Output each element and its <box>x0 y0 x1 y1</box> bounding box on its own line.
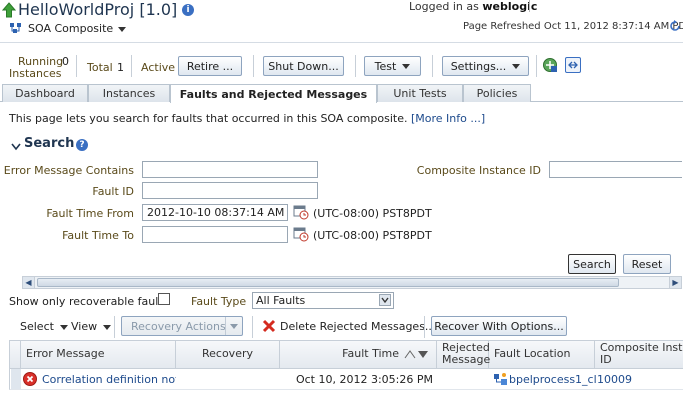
logged-in-info: Logged in as weblogic <box>409 0 538 13</box>
page-title: HelloWorldProj [1.0] <box>18 0 178 19</box>
divider <box>424 316 425 338</box>
reset-button[interactable]: Reset <box>623 254 671 274</box>
recoverable-checkbox[interactable] <box>158 293 170 305</box>
search-button[interactable]: Search <box>568 254 616 274</box>
tab-unit-tests[interactable]: Unit Tests <box>377 84 463 102</box>
scroll-thumb[interactable] <box>37 278 619 287</box>
search-disclosure-icon[interactable] <box>11 141 21 151</box>
more-info-link[interactable]: [More Info ...] <box>411 112 485 125</box>
timezone-label: (UTC-08:00) PST8PDT <box>313 207 432 220</box>
chevron-down-icon <box>379 294 391 306</box>
help-icon[interactable]: ? <box>76 139 88 151</box>
deploy-icon[interactable] <box>542 57 558 73</box>
timezone-label: (UTC-08:00) PST8PDT <box>313 229 432 242</box>
chevron-down-icon <box>225 317 242 335</box>
column-header-rejected-message[interactable]: Rejected Message <box>437 340 490 368</box>
settings-button[interactable]: Settings... <box>442 56 529 76</box>
tab-policies[interactable]: Policies <box>463 84 531 102</box>
bpel-process-icon <box>493 372 508 386</box>
error-icon <box>23 372 37 386</box>
row-error-message[interactable]: Correlation definition not re <box>23 369 176 389</box>
row-fault-location[interactable]: bpelprocess1_clier <box>493 369 597 389</box>
calendar-icon[interactable] <box>293 204 309 220</box>
select-menu[interactable]: Select <box>20 320 68 333</box>
fault-time-to-field[interactable] <box>142 226 288 243</box>
search-title: Search <box>24 136 75 151</box>
divider <box>529 0 530 12</box>
row-selector[interactable] <box>11 369 21 389</box>
row-recovery <box>176 369 280 389</box>
chevron-down-icon <box>118 27 127 32</box>
scroll-right-button[interactable]: ▶ <box>669 277 681 288</box>
divider <box>252 316 253 338</box>
fault-id-label: Fault ID <box>92 185 134 198</box>
info-icon[interactable]: i <box>182 4 194 16</box>
chevron-down-icon <box>402 63 411 69</box>
fault-type-label: Fault Type <box>191 295 247 308</box>
row-composite-instance-id[interactable]: 10009 <box>597 369 683 389</box>
chevron-down-icon <box>512 63 521 69</box>
delete-icon[interactable] <box>262 319 276 333</box>
active-status: Active <box>141 61 176 74</box>
page-refreshed: Page Refreshed Oct 11, 2012 8:37:14 AM P… <box>463 21 683 32</box>
column-header-recovery[interactable]: Recovery <box>176 340 280 368</box>
total-label: Total <box>87 61 113 74</box>
column-header-selector <box>10 340 21 368</box>
divider <box>536 55 537 77</box>
error-message-label: Error Message Contains <box>3 164 134 177</box>
divider <box>114 316 115 338</box>
instances-label: Instances <box>9 67 62 80</box>
refresh-icon[interactable] <box>669 20 681 32</box>
row-fault-time: Oct 10, 2012 3:05:26 PM <box>295 372 433 386</box>
divider <box>131 55 132 77</box>
up-arrow-icon[interactable] <box>1 2 17 18</box>
horizontal-scrollbar[interactable]: ◀ ▶ <box>22 276 682 289</box>
tab-dashboard[interactable]: Dashboard <box>2 84 88 102</box>
chevron-down-icon <box>103 325 112 330</box>
test-button[interactable]: Test <box>364 56 421 76</box>
fault-time-from-label: Fault Time From <box>46 207 134 220</box>
delete-rejected-messages-button[interactable]: Delete Rejected Messages... <box>280 320 435 333</box>
sort-icon[interactable] <box>404 349 430 359</box>
shutdown-button[interactable]: Shut Down... <box>263 56 344 76</box>
fault-time-to-label: Fault Time To <box>62 229 134 242</box>
column-header-fault-time[interactable]: Fault Time <box>280 340 437 368</box>
column-header-error-message[interactable]: Error Message <box>21 340 176 368</box>
column-header-composite-instance-id[interactable]: Composite Insta ID <box>595 340 683 368</box>
header-rule <box>0 42 683 43</box>
composite-icon <box>9 22 23 34</box>
row-rejected-message <box>437 369 489 389</box>
divider <box>432 55 433 77</box>
total-count: 1 <box>117 61 124 74</box>
export-icon[interactable] <box>565 57 581 73</box>
divider <box>76 55 77 77</box>
scroll-left-button[interactable]: ◀ <box>23 277 35 288</box>
divider <box>253 55 254 77</box>
composite-instance-id-field[interactable] <box>549 161 682 178</box>
retire-button[interactable]: Retire ... <box>178 56 242 76</box>
column-header-fault-location[interactable]: Fault Location <box>489 340 595 368</box>
fault-type-select[interactable]: All Faults <box>252 292 394 309</box>
view-menu[interactable]: View <box>71 320 112 333</box>
chevron-down-icon <box>59 325 68 330</box>
recover-with-options-button[interactable]: Recover With Options... <box>431 316 567 336</box>
tab-instances[interactable]: Instances <box>88 84 170 102</box>
recoverable-label: Show only recoverable faults <box>9 295 169 308</box>
divider <box>355 55 356 77</box>
composite-instance-id-label: Composite Instance ID <box>416 164 541 177</box>
calendar-icon[interactable] <box>293 226 309 242</box>
fault-time-from-field[interactable]: 2012-10-10 08:37:14 AM <box>142 204 288 221</box>
error-message-field[interactable] <box>142 161 318 178</box>
tab-faults-rejected-messages[interactable]: Faults and Rejected Messages <box>170 84 377 103</box>
running-count: 0 <box>62 55 69 68</box>
intro-text: This page lets you search for faults tha… <box>9 112 486 125</box>
fault-id-field[interactable] <box>142 182 318 199</box>
composite-menu[interactable]: SOA Composite <box>28 22 127 35</box>
recovery-actions-button[interactable]: Recovery Actions <box>121 316 243 336</box>
